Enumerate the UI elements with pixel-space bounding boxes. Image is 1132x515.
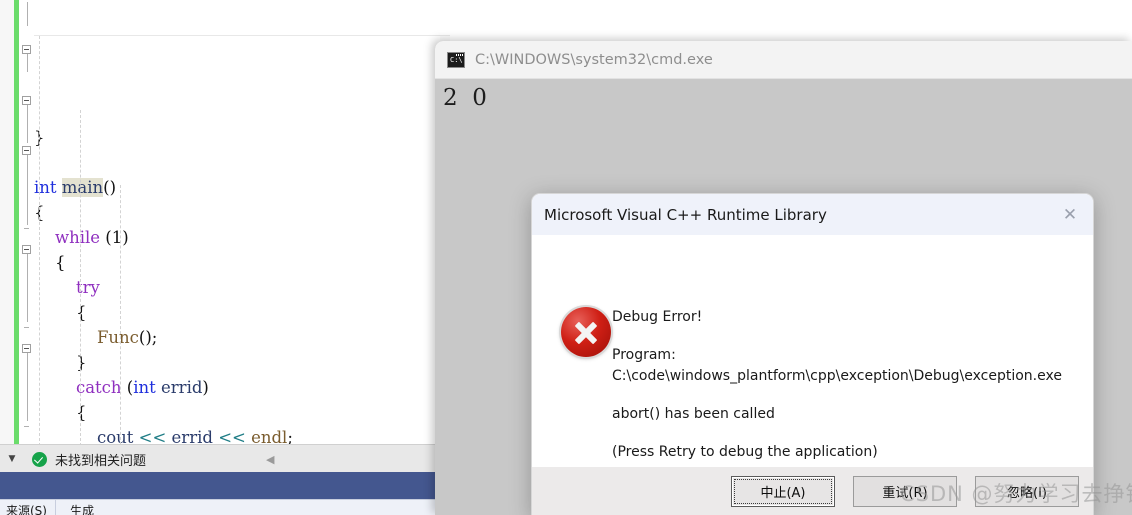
code-line: Func();	[34, 325, 450, 350]
code-token: main	[61, 178, 104, 197]
code-token: <<	[218, 428, 246, 444]
fold-toggle-try[interactable]	[22, 146, 31, 155]
code-token: )	[202, 378, 209, 397]
close-icon[interactable]: ✕	[1047, 194, 1093, 235]
code-line: while (1)	[34, 225, 450, 250]
output-panel-band	[0, 472, 450, 499]
code-token: cout	[96, 428, 134, 444]
indent-guide	[120, 185, 121, 444]
code-token: errid	[161, 378, 203, 397]
code-token: ();	[138, 328, 158, 347]
fold-toggle-while[interactable]	[22, 96, 31, 105]
left-triangle-icon[interactable]: ◀	[266, 453, 274, 466]
dialog-abort-message: abort() has been called	[612, 405, 775, 422]
abort-button-label: 中止(A)	[760, 486, 806, 501]
code-line: {	[34, 300, 450, 325]
code-line: try	[34, 275, 450, 300]
fold-tick	[24, 327, 29, 328]
dialog-program-label: Program:	[612, 347, 676, 364]
code-line: }	[34, 125, 450, 150]
code-token: }	[75, 353, 87, 372]
code-line: cout << errid << endl;	[34, 425, 450, 444]
dialog-message-block: Debug Error! Program: C:\code\windows_pl…	[612, 307, 1083, 462]
code-line: catch (int errid)	[34, 375, 450, 400]
code-token: catch	[75, 378, 122, 397]
code-line: {	[34, 250, 450, 275]
code-token: (1)	[100, 228, 129, 247]
editor-folding-rail	[22, 0, 34, 444]
code-token: <<	[138, 428, 167, 444]
dialog-title-bar[interactable]: Microsoft Visual C++ Runtime Library ✕	[532, 194, 1093, 235]
code-editor-window: } int main(){ while (1) { try { Func(); …	[0, 0, 450, 515]
error-circle-icon	[561, 307, 611, 357]
cmd-title-bar[interactable]: C:\ C:\WINDOWS\system32\cmd.exe	[435, 41, 1132, 79]
code-token: (	[121, 378, 134, 397]
fold-tick	[24, 426, 29, 427]
code-token: endl	[251, 428, 288, 444]
fold-tick	[24, 228, 29, 229]
code-line: {	[34, 200, 450, 225]
code-token: ;	[287, 428, 293, 444]
chevron-down-icon[interactable]: ▼	[0, 454, 24, 464]
dialog-retry-hint: (Press Retry to debug the application)	[612, 444, 878, 461]
folding-line	[27, 254, 28, 322]
code-line: int main()	[34, 175, 450, 200]
code-text-area[interactable]: } int main(){ while (1) { try { Func(); …	[34, 0, 450, 444]
code-line: {	[34, 400, 450, 425]
code-token: errid	[171, 428, 213, 444]
screenshot-root: } int main(){ while (1) { try { Func(); …	[0, 0, 1132, 515]
check-circle-icon	[32, 451, 47, 467]
ignore-button-label: 忽略(I)	[1007, 486, 1047, 501]
dialog-title: Microsoft Visual C++ Runtime Library	[544, 205, 827, 224]
code-token: {	[54, 253, 66, 272]
folding-line	[27, 353, 28, 421]
fold-toggle-main[interactable]	[22, 45, 31, 54]
indent-guide	[39, 36, 40, 444]
cmd-console-icon: C:\	[447, 51, 465, 68]
cmd-window-title: C:\WINDOWS\system32\cmd.exe	[475, 51, 713, 68]
indent-guide	[80, 110, 81, 444]
folding-line	[27, 155, 28, 225]
code-lines-container: } int main(){ while (1) { try { Func(); …	[34, 125, 450, 444]
dialog-program-path: C:\code\windows_plantform\cpp\exception\…	[612, 367, 1062, 384]
problems-status-text: 未找到相关问题	[55, 453, 147, 469]
folding-line	[27, 2, 28, 26]
retry-button-label: 重试(R)	[882, 486, 928, 501]
editor-change-bar	[14, 0, 19, 444]
code-token: while	[54, 228, 101, 247]
fold-toggle-catch-int[interactable]	[22, 245, 31, 254]
dialog-body: Debug Error! Program: C:\code\windows_pl…	[532, 235, 1093, 489]
code-line: }	[34, 350, 450, 375]
code-token: Func	[96, 328, 139, 347]
code-token: {	[75, 303, 87, 322]
abort-button[interactable]: 中止(A)	[731, 476, 835, 507]
output-toolbar: 来源(S) 生成	[0, 499, 450, 515]
folding-line	[27, 54, 28, 72]
folding-line	[27, 105, 28, 143]
source-dropdown-label[interactable]: 来源(S)	[0, 500, 47, 515]
code-token: ()	[103, 178, 117, 197]
code-token: int	[133, 378, 156, 397]
problems-status-bar: ▼ 未找到相关问题 ◀	[0, 444, 450, 473]
code-token: {	[75, 403, 87, 422]
editor-scroll-shadow	[34, 35, 450, 36]
editor-left-gutter	[0, 0, 15, 444]
runtime-error-dialog[interactable]: Microsoft Visual C++ Runtime Library ✕ D…	[531, 193, 1094, 515]
retry-button[interactable]: 重试(R)	[853, 476, 957, 507]
ignore-button[interactable]: 忽略(I)	[975, 476, 1079, 507]
build-selection-label[interactable]: 生成	[54, 500, 94, 515]
dialog-button-row: 中止(A) 重试(R) 忽略(I)	[532, 467, 1093, 515]
dialog-heading: Debug Error!	[612, 309, 703, 325]
fold-toggle-catch-char[interactable]	[22, 344, 31, 353]
